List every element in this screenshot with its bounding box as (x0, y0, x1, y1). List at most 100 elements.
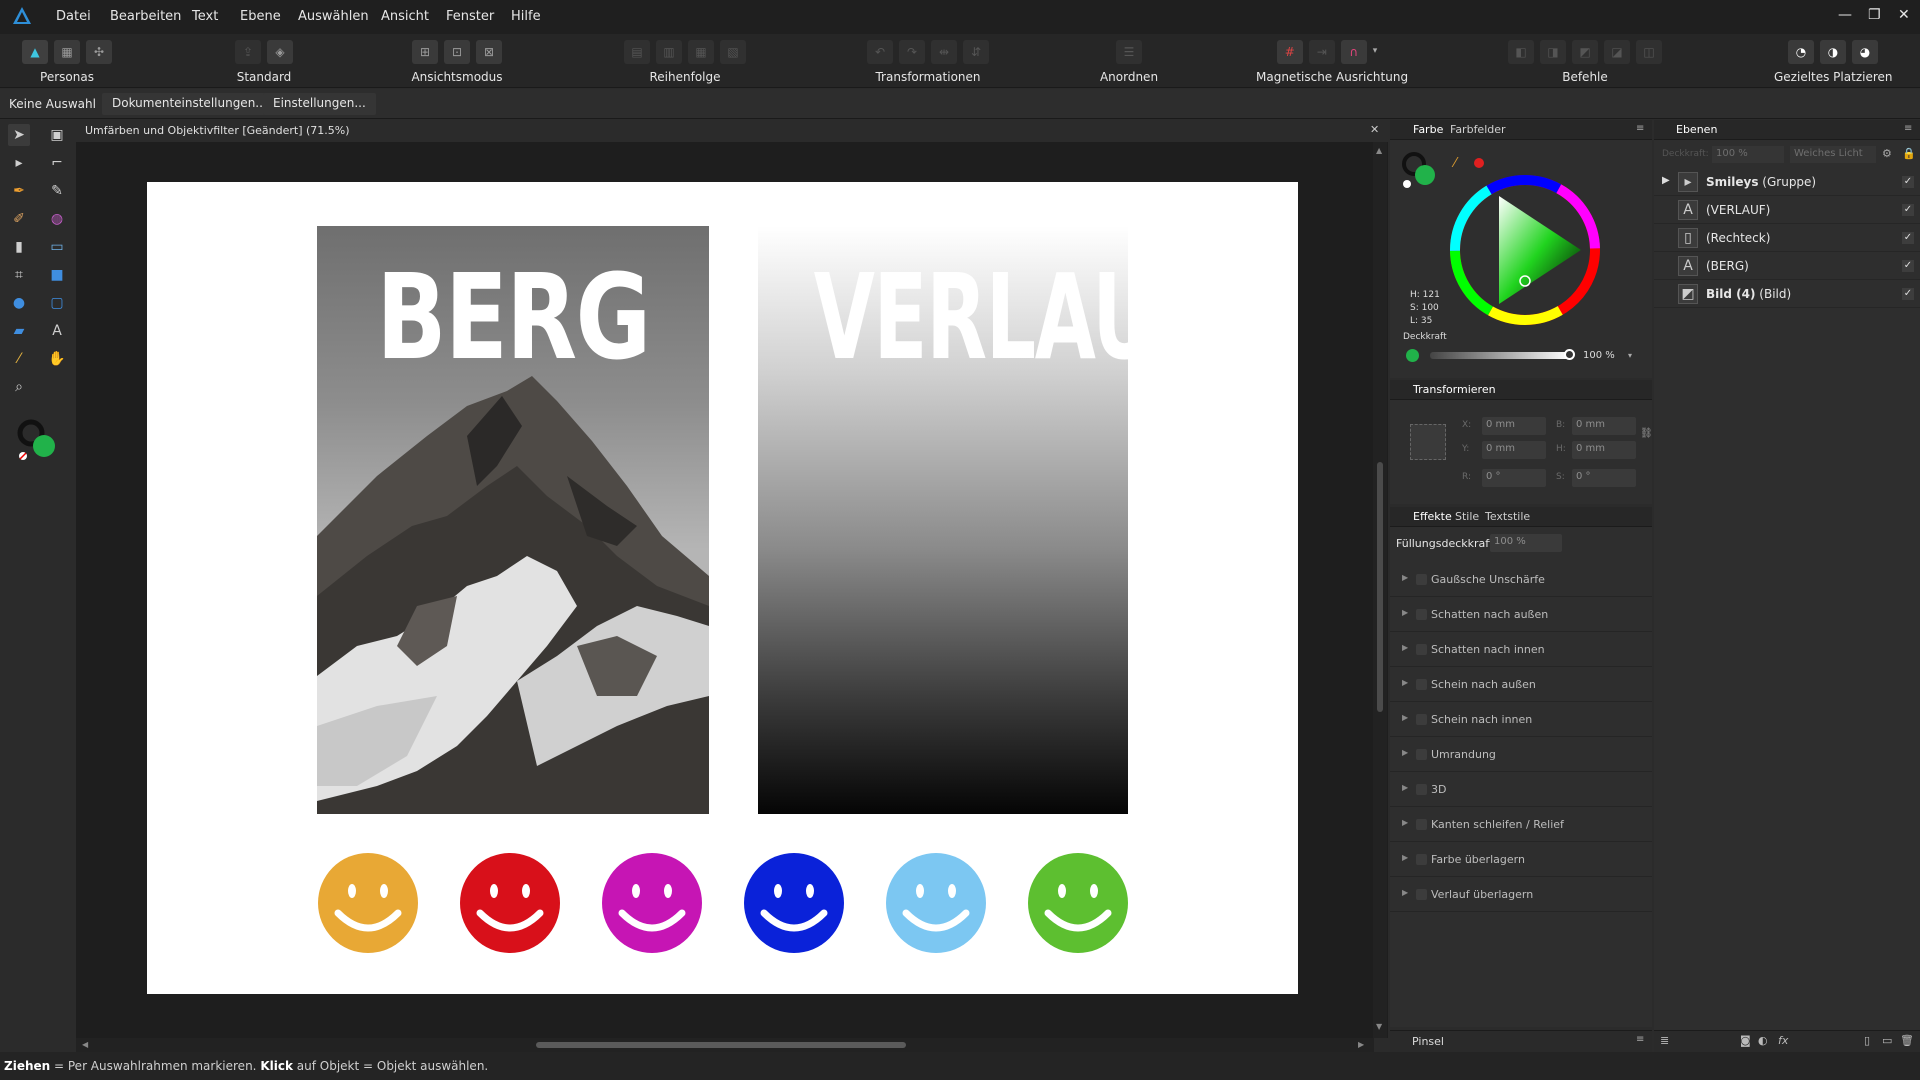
menu-ebene[interactable]: Ebene (240, 9, 281, 24)
hand-tool-icon[interactable]: ✋ (46, 348, 68, 370)
smiley-icon[interactable] (602, 853, 702, 953)
effect-row[interactable]: ▶ Kanten schleifen / Relief (1390, 808, 1652, 842)
lock-icon[interactable]: 🔒 (1902, 147, 1916, 160)
layers-menu-icon[interactable]: ≡ (1904, 123, 1912, 134)
verlauf-title[interactable]: VERLAUF (814, 258, 1209, 376)
pixel-persona-icon[interactable]: ▦ (54, 40, 80, 64)
snap-dropdown-icon[interactable]: ▾ (1373, 46, 1378, 66)
menu-hilfe[interactable]: Hilfe (511, 9, 541, 24)
document-settings-button[interactable]: Dokumenteinstellungen... (102, 93, 277, 115)
x-field[interactable]: 0 mm (1482, 417, 1546, 435)
layer-stack-icon[interactable]: ≣ (1660, 1034, 1669, 1047)
magnet-icon[interactable]: ∩ (1340, 40, 1367, 64)
tab-effekte[interactable]: Effekte (1413, 510, 1452, 523)
maximize-button[interactable]: ❐ (1868, 7, 1881, 23)
place-image-tool-icon[interactable]: ▭ (46, 236, 68, 258)
menu-text[interactable]: Text (192, 9, 218, 24)
expand-triangle-icon[interactable]: ▶ (1402, 678, 1408, 687)
close-document-icon[interactable]: ✕ (1370, 123, 1379, 136)
document-tab[interactable]: Umfärben und Objektivfilter [Geändert] (… (76, 120, 1388, 142)
boolean-divide-icon[interactable]: ◫ (1636, 40, 1662, 64)
minimize-button[interactable]: — (1838, 7, 1852, 23)
effect-row[interactable]: ▶ Gaußsche Unschärfe (1390, 563, 1652, 597)
effect-row[interactable]: ▶ Farbe überlagern (1390, 843, 1652, 877)
expand-triangle-icon[interactable]: ▶ (1402, 783, 1408, 792)
move-forward-icon[interactable]: ▦ (688, 40, 714, 64)
effect-checkbox[interactable] (1416, 819, 1427, 830)
color-picker-tool-icon[interactable]: ⁄ (8, 348, 30, 370)
artboard-tool-icon[interactable]: ▣ (46, 124, 68, 146)
berg-title[interactable]: BERG (360, 258, 666, 376)
assistant-icon[interactable]: ◈ (267, 40, 293, 64)
close-window-button[interactable]: ✕ (1898, 7, 1910, 23)
color-wheel-icon[interactable] (1445, 170, 1605, 330)
settings-button[interactable]: Einstellungen... (263, 93, 376, 115)
anchor-point-icon[interactable] (1410, 424, 1446, 460)
flip-v-icon[interactable]: ⇵ (963, 40, 989, 64)
move-back-icon[interactable]: ▤ (624, 40, 650, 64)
effect-checkbox[interactable] (1416, 609, 1427, 620)
expand-group-icon[interactable]: ▶ (1662, 175, 1670, 186)
grid-icon[interactable]: # (1276, 40, 1303, 64)
boolean-intersect-icon[interactable]: ◩ (1572, 40, 1598, 64)
tab-farbe[interactable]: Farbe (1413, 123, 1443, 136)
affinity-logo-icon[interactable] (12, 6, 32, 26)
visibility-checkbox[interactable]: ✓ (1902, 176, 1914, 188)
expand-triangle-icon[interactable]: ▶ (1402, 643, 1408, 652)
mask-icon[interactable]: ◙ (1740, 1034, 1751, 1047)
share-icon[interactable]: ⇪ (235, 40, 261, 64)
smiley-icon[interactable] (744, 853, 844, 953)
view-pixel-icon[interactable]: ⊞ (412, 40, 438, 64)
vertical-scroll-thumb[interactable] (1377, 462, 1383, 712)
effect-checkbox[interactable] (1416, 889, 1427, 900)
rotate-right-icon[interactable]: ↷ (899, 40, 925, 64)
node-tool-icon[interactable]: ▸ (8, 152, 30, 174)
link-aspect-icon[interactable]: ⛓ (1640, 428, 1653, 439)
visibility-checkbox[interactable]: ✓ (1902, 288, 1914, 300)
opacity-slider-track[interactable] (1430, 349, 1575, 360)
rounded-rect-tool-icon[interactable]: ▢ (46, 292, 68, 314)
eyedropper-icon[interactable]: ⁄ (1454, 156, 1456, 171)
effect-checkbox[interactable] (1416, 679, 1427, 690)
brush-tool-icon[interactable]: ✐ (8, 208, 30, 230)
move-front-icon[interactable]: ▧ (720, 40, 746, 64)
add-layer-icon[interactable]: ▭ (1882, 1034, 1892, 1047)
tab-stile[interactable]: Stile (1455, 510, 1479, 523)
visibility-checkbox[interactable]: ✓ (1902, 232, 1914, 244)
fill-opacity-field[interactable]: 100 % (1490, 534, 1562, 552)
layer-row[interactable]: A (BERG) ✓ (1654, 252, 1920, 280)
effect-row[interactable]: ▶ Schein nach außen (1390, 668, 1652, 702)
effect-checkbox[interactable] (1416, 714, 1427, 725)
effect-checkbox[interactable] (1416, 854, 1427, 865)
place-behind-icon[interactable]: ◔ (1788, 40, 1814, 64)
expand-triangle-icon[interactable]: ▶ (1402, 713, 1408, 722)
layer-row[interactable]: ▶ ▸ Smileys (Gruppe) ✓ (1654, 168, 1920, 196)
opacity-value[interactable]: 100 % (1583, 350, 1615, 361)
smiley-icon[interactable] (460, 853, 560, 953)
smiley-icon[interactable] (886, 853, 986, 953)
menu-datei[interactable]: Datei (56, 9, 91, 24)
effect-row[interactable]: ▶ Schatten nach innen (1390, 633, 1652, 667)
boolean-subtract-icon[interactable]: ◨ (1540, 40, 1566, 64)
menu-ansicht[interactable]: Ansicht (381, 9, 429, 24)
designer-persona-icon[interactable]: ▲ (22, 40, 48, 64)
corner-tool-icon[interactable]: ⌐ (46, 152, 68, 174)
menu-fenster[interactable]: Fenster (446, 9, 494, 24)
trash-icon[interactable]: 🗑 (1900, 1034, 1914, 1047)
shear-field[interactable]: 0 ° (1572, 469, 1636, 487)
vertical-scrollbar[interactable]: ▲ ▼ (1373, 142, 1387, 1038)
opacity-slider-handle[interactable] (1564, 349, 1575, 360)
move-tool-icon[interactable]: ➤ (8, 124, 30, 146)
place-inside-icon[interactable]: ◑ (1820, 40, 1846, 64)
panel-menu-icon[interactable]: ≡ (1636, 123, 1644, 134)
layer-row[interactable]: A (VERLAUF) ✓ (1654, 196, 1920, 224)
add-pixel-layer-icon[interactable]: ▯ (1864, 1034, 1870, 1047)
move-backward-icon[interactable]: ▥ (656, 40, 682, 64)
boolean-add-icon[interactable]: ◧ (1508, 40, 1534, 64)
layer-opacity-field[interactable]: 100 % (1712, 146, 1784, 163)
menu-auswaehlen[interactable]: Auswählen (298, 9, 369, 24)
horizontal-scrollbar[interactable]: ◀ ▶ (76, 1038, 1374, 1052)
zoom-tool-icon[interactable]: ⌕ (8, 376, 30, 398)
expand-triangle-icon[interactable]: ▶ (1402, 608, 1408, 617)
expand-triangle-icon[interactable]: ▶ (1402, 573, 1408, 582)
